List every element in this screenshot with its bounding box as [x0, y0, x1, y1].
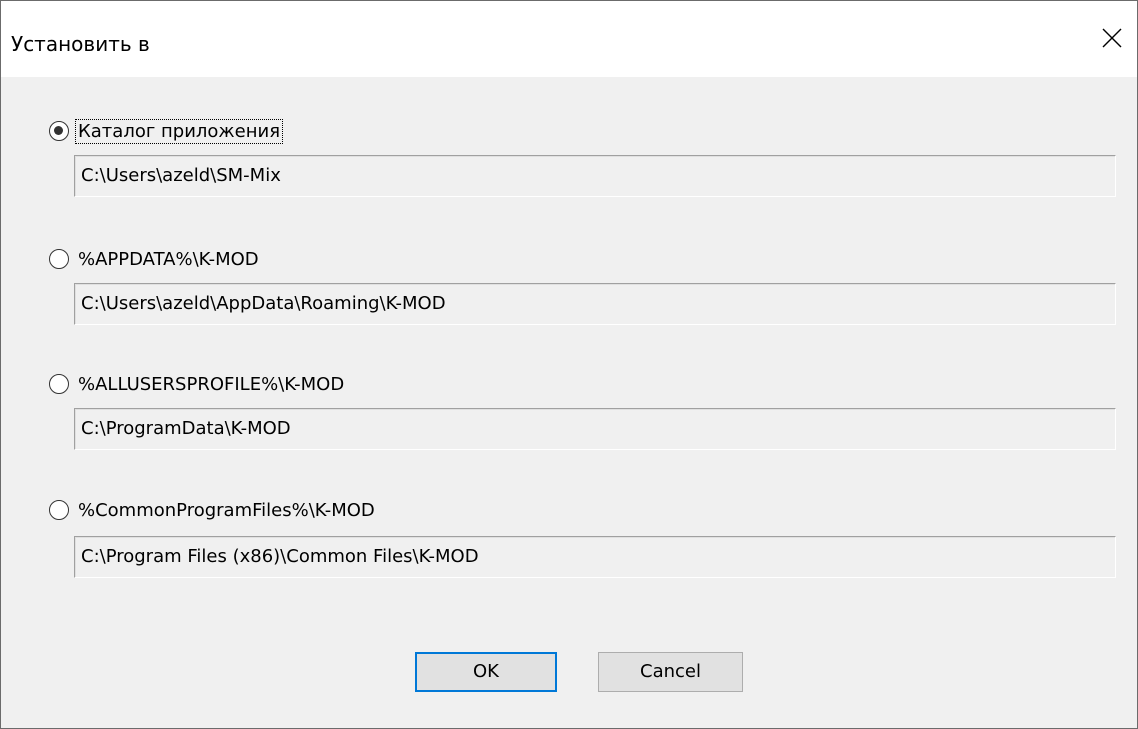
radio-allusersprofile[interactable] — [49, 374, 69, 394]
path-field-allusersprofile: C:\ProgramData\K-MOD — [74, 408, 1116, 450]
path-field-app-directory: C:\Users\azeld\SM-Mix — [74, 155, 1116, 197]
cancel-button[interactable]: Cancel — [598, 652, 743, 692]
radio-app-directory[interactable] — [49, 121, 69, 141]
option-commonprogramfiles[interactable]: %CommonProgramFiles%\K-MOD — [49, 497, 377, 523]
option-commonprogramfiles-label: %CommonProgramFiles%\K-MOD — [78, 499, 375, 521]
path-field-commonprogramfiles: C:\Program Files (x86)\Common Files\K-MO… — [74, 536, 1116, 578]
title-bar: Установить в — [1, 1, 1137, 77]
dialog-title: Установить в — [11, 32, 150, 56]
option-allusersprofile-label: %ALLUSERSPROFILE%\K-MOD — [78, 373, 345, 395]
option-app-directory-label: Каталог приложения — [74, 118, 284, 144]
option-appdata-label: %APPDATA%\K-MOD — [78, 248, 259, 270]
ok-button[interactable]: OK — [415, 652, 557, 692]
option-appdata[interactable]: %APPDATA%\K-MOD — [49, 246, 261, 272]
radio-commonprogramfiles[interactable] — [49, 500, 69, 520]
install-dialog: Установить в Каталог приложения C:\Users… — [0, 0, 1138, 729]
close-button[interactable] — [1091, 1, 1137, 77]
close-icon — [1102, 28, 1122, 48]
option-allusersprofile[interactable]: %ALLUSERSPROFILE%\K-MOD — [49, 371, 346, 397]
path-field-appdata: C:\Users\azeld\AppData\Roaming\K-MOD — [74, 283, 1116, 325]
radio-appdata[interactable] — [49, 249, 69, 269]
option-app-directory[interactable]: Каталог приложения — [49, 118, 284, 144]
